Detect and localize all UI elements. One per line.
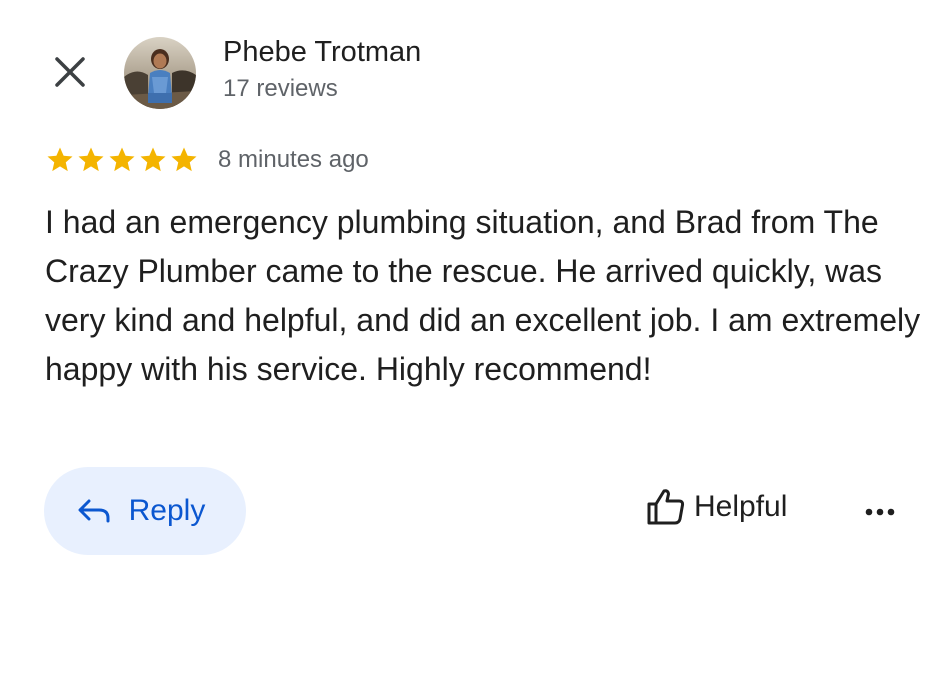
star-icon (109, 147, 135, 172)
star-icon (78, 147, 104, 172)
star-rating (45, 145, 199, 175)
avatar[interactable] (124, 37, 196, 109)
reply-arrow-icon (78, 499, 110, 523)
review-card: Phebe Trotman 17 reviews 8 minutes ago I… (0, 0, 951, 700)
helpful-button[interactable]: Helpful (646, 488, 787, 526)
helpful-button-label: Helpful (694, 490, 788, 523)
reviewer-review-count: 17 reviews (223, 75, 338, 102)
star-icon (171, 147, 197, 172)
reply-button[interactable]: Reply (44, 467, 246, 555)
star-icon (47, 147, 73, 172)
star-icon (140, 147, 166, 172)
reviewer-name[interactable]: Phebe Trotman (223, 36, 421, 69)
close-button[interactable] (50, 52, 90, 92)
more-horizontal-icon (865, 508, 895, 516)
close-icon (55, 57, 85, 87)
review-timestamp: 8 minutes ago (218, 146, 369, 173)
reply-button-label: Reply (128, 494, 206, 527)
more-options-button[interactable] (860, 495, 900, 529)
thumbs-up-icon (647, 489, 685, 525)
review-text: I had an emergency plumbing situation, a… (45, 204, 921, 387)
